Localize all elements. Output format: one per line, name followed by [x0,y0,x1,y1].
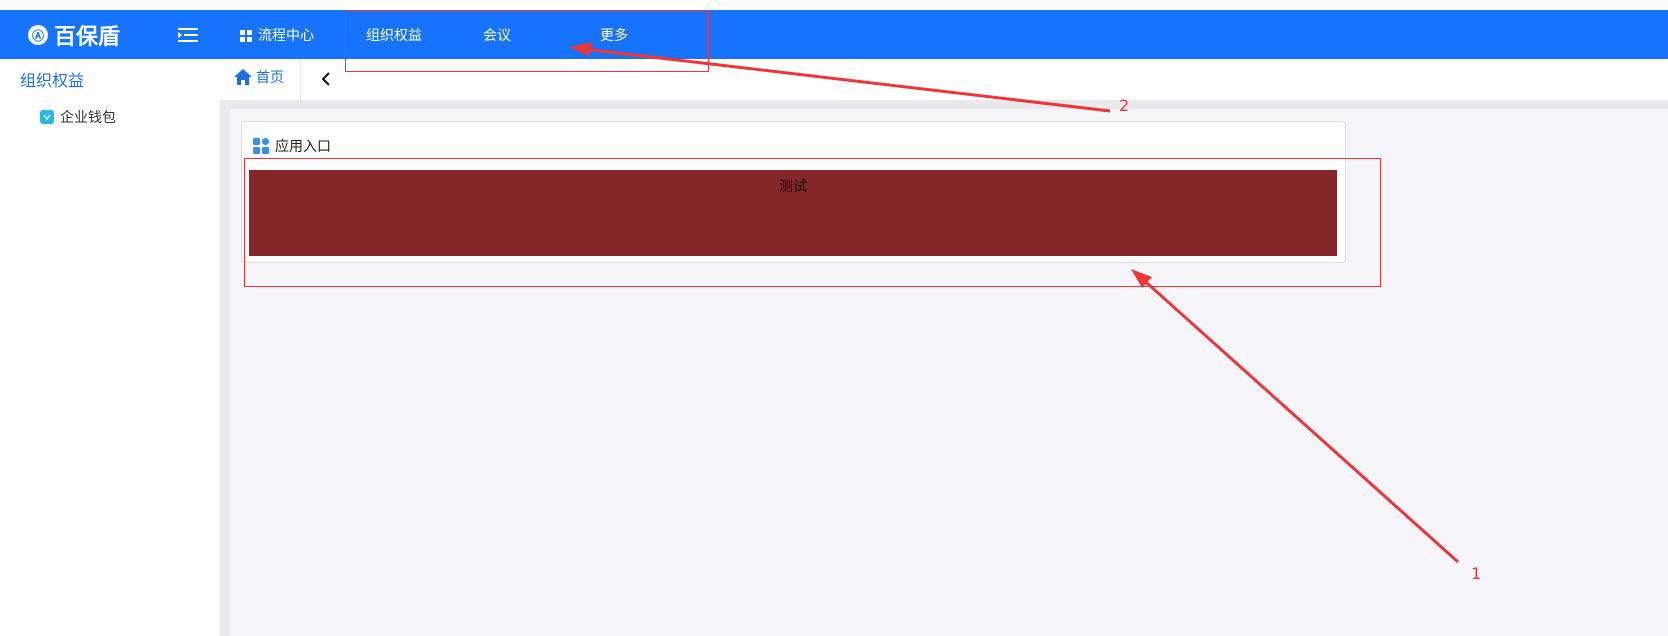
grid-icon [240,30,252,42]
annotation-label-2: 2 [1119,96,1130,115]
wallet-icon [40,110,54,124]
logo-text: 百保盾 [54,25,121,50]
card-header: 应用入口 [253,136,331,156]
logo-badge-icon: Ⓐ [28,25,48,45]
annotation-label-1: 1 [1471,564,1482,583]
tab-home[interactable]: 首页 [234,67,284,87]
sidebar-divider [220,100,230,636]
sidebar-title: 组织权益 [20,71,85,90]
sidebar-item-label: 企业钱包 [60,110,116,126]
annotation-box-1 [244,158,1381,287]
apps-icon [253,138,269,154]
back-arrow-icon[interactable] [316,69,336,89]
card-title: 应用入口 [275,139,331,155]
content-top-border [220,100,1668,109]
menu-collapse-icon[interactable] [178,27,198,43]
home-icon [234,69,252,85]
nav-item-process-center[interactable]: 流程中心 [240,25,314,45]
sidebar-item-enterprise-wallet[interactable]: 企业钱包 [40,107,116,127]
annotation-box-2 [345,11,709,72]
app-logo[interactable]: Ⓐ 百保盾 [28,23,120,50]
nav-item-label: 流程中心 [258,28,314,44]
tab-home-label: 首页 [256,70,284,86]
tab-divider [300,59,301,100]
top-navbar: Ⓐ 百保盾 流程中心 组织权益 会议 更多 [0,10,1668,59]
sidebar: 组织权益 企业钱包 [0,59,220,636]
